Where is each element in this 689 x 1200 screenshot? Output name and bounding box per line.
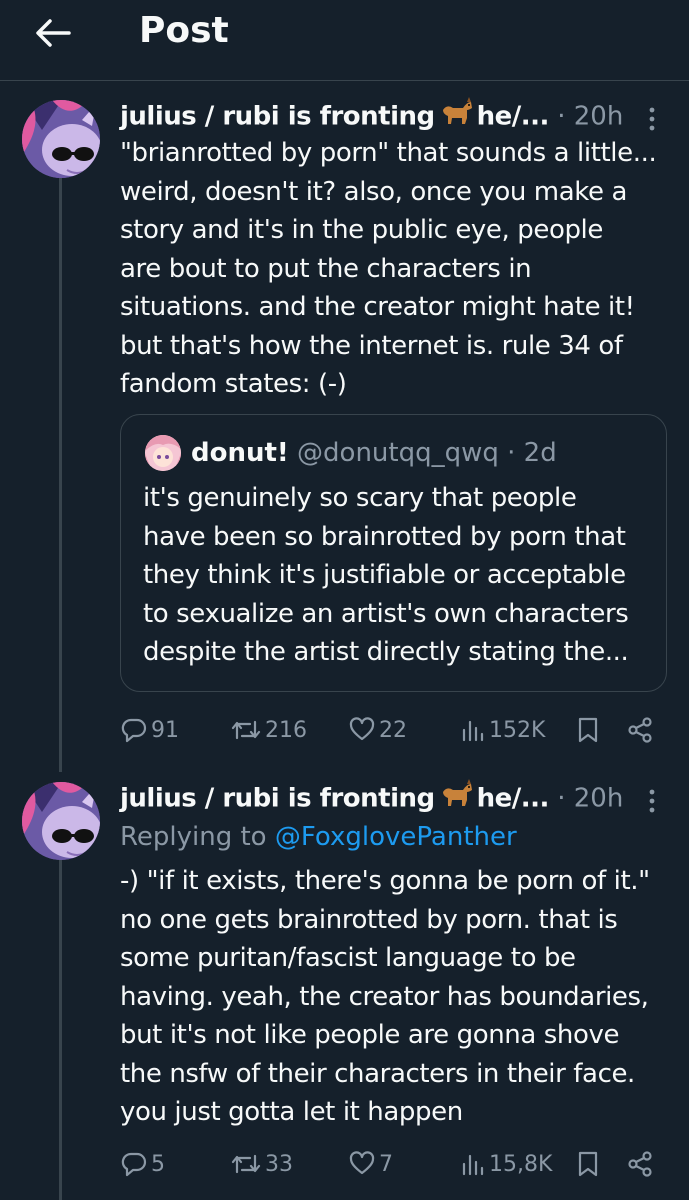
post-actions: 91 216 22 152K — [120, 710, 660, 750]
repost-count: 33 — [265, 1151, 293, 1177]
post-text-line: you just gotta let it happen — [120, 1097, 463, 1127]
quote-author-name: donut! — [191, 438, 289, 468]
post-text-line: the nsfw of their characters in their fa… — [120, 1058, 635, 1089]
post-text-line: "brianrotted by porn" that sounds a litt… — [120, 138, 657, 168]
like-icon — [349, 717, 375, 741]
quote-author-handle: @donutqq_qwq — [297, 438, 499, 468]
replying-to: Replying to @FoxglovePanther — [120, 819, 517, 855]
views-count: 152K — [489, 717, 546, 743]
reply-icon — [121, 718, 147, 743]
bookmark-button[interactable] — [576, 710, 600, 750]
reply-count: 91 — [151, 717, 179, 743]
quote-text-line: it's genuinely so scary that people — [143, 483, 577, 513]
more-button[interactable] — [637, 104, 667, 134]
like-button[interactable]: 22 — [348, 710, 407, 750]
reply-button[interactable]: 91 — [120, 710, 179, 750]
post-text-line: are bout to put the characters in — [120, 253, 532, 284]
repost-button[interactable]: 216 — [230, 710, 307, 750]
quote-text-line: despite the artist directly stating the.… — [143, 637, 629, 667]
quoted-post[interactable]: donut! @donutqq_qwq · 2d it's genuinely … — [120, 414, 667, 692]
author-name[interactable]: julius / rubi is fronting — [120, 784, 435, 814]
share-button[interactable] — [626, 710, 654, 750]
thread-connector — [59, 850, 62, 1200]
pony-avatar-icon — [22, 100, 100, 178]
share-icon — [628, 1151, 652, 1177]
quote-text-line: they think it's justifiable or acceptabl… — [143, 560, 626, 590]
like-count: 22 — [379, 717, 407, 743]
page-title: Post — [139, 10, 229, 51]
post-text: -) "if it exists, there's gonna be porn … — [120, 862, 680, 1132]
back-arrow-icon — [36, 19, 71, 47]
views-button[interactable]: 15,8K — [460, 1144, 552, 1184]
replying-label: Replying to — [120, 822, 267, 852]
more-button[interactable] — [637, 786, 667, 816]
quote-text-line: have been so brainrotted by porn that — [143, 521, 626, 552]
like-icon — [349, 1151, 375, 1175]
repost-icon — [231, 720, 261, 740]
quote-header: donut! @donutqq_qwq · 2d — [191, 433, 557, 473]
post-text-line: fandom states: (-) — [120, 369, 347, 399]
back-button[interactable] — [28, 8, 78, 58]
avatar[interactable] — [22, 100, 100, 178]
pony-avatar-icon — [22, 782, 100, 860]
more-vertical-icon — [649, 789, 655, 813]
quote-avatar — [145, 435, 181, 471]
bookmark-icon — [578, 717, 598, 743]
post-header: julius / rubi is fronting he/... · 20h — [120, 96, 675, 136]
repost-button[interactable]: 33 — [230, 1144, 293, 1184]
repost-icon — [231, 1154, 261, 1174]
repost-count: 216 — [265, 717, 307, 743]
views-count: 15,8K — [489, 1151, 553, 1177]
like-button[interactable]: 7 — [348, 1144, 393, 1184]
share-icon — [628, 717, 652, 743]
post-text-line: weird, doesn't it? also, once you make a — [120, 176, 627, 207]
post-text-line: story and it's in the public eye, people — [120, 215, 603, 245]
post-header: julius / rubi is fronting he/... · 20h — [120, 778, 675, 818]
post-time[interactable]: · 20h — [557, 784, 623, 814]
post-text-line: some puritan/fascist language to be — [120, 943, 576, 973]
post-text-line: but it's not like people are gonna shove — [120, 1020, 620, 1050]
post-text-line: no one gets brainrotted by porn. that is — [120, 904, 618, 935]
like-count: 7 — [379, 1151, 393, 1177]
replying-handle-link[interactable]: @FoxglovePanther — [275, 822, 517, 852]
share-button[interactable] — [626, 1144, 654, 1184]
post-time[interactable]: · 20h — [557, 102, 623, 132]
reply-count: 5 — [151, 1151, 165, 1177]
bookmark-icon — [578, 1151, 598, 1177]
quote-text: it's genuinely so scary that people have… — [143, 479, 663, 672]
reply-button[interactable]: 5 — [120, 1144, 165, 1184]
author-pronouns: he/... — [476, 783, 550, 814]
dog-emoji-icon — [439, 96, 473, 138]
views-icon — [462, 1154, 484, 1176]
views-button[interactable]: 152K — [460, 710, 545, 750]
quote-time: · 2d — [507, 438, 557, 468]
more-vertical-icon — [649, 107, 655, 131]
post-text: "brianrotted by porn" that sounds a litt… — [120, 134, 680, 404]
post-text-line: having. yeah, the creator has boundaries… — [120, 981, 649, 1012]
top-bar: Post — [0, 0, 689, 81]
bookmark-button[interactable] — [576, 1144, 600, 1184]
post-text-line: -) "if it exists, there's gonna be porn … — [120, 866, 650, 896]
dog-emoji-icon — [439, 778, 473, 820]
quote-text-line: to sexualize an artist's own characters — [143, 598, 629, 629]
reply-icon — [121, 1152, 147, 1177]
post-text-line: but that's how the internet is. rule 34 … — [120, 330, 623, 361]
anime-avatar-icon — [145, 435, 181, 471]
post-actions: 5 33 7 15,8K — [120, 1144, 660, 1184]
views-icon — [462, 720, 484, 742]
avatar[interactable] — [22, 782, 100, 860]
author-name[interactable]: julius / rubi is fronting — [120, 102, 435, 132]
thread-connector — [59, 160, 62, 772]
post-text-line: situations. and the creator might hate i… — [120, 292, 635, 322]
author-pronouns: he/... — [476, 101, 550, 132]
